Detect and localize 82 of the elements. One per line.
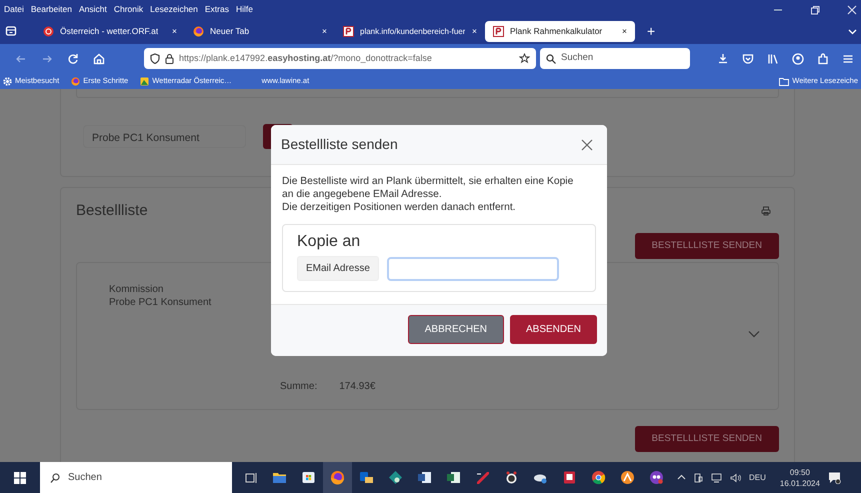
- firefox-icon: [330, 470, 345, 485]
- document-icon: [562, 470, 577, 485]
- triangle-app-icon: [620, 470, 635, 485]
- section-title: Bestellliste: [76, 201, 148, 221]
- send-order-button[interactable]: BESTELLLISTE SENDEN: [634, 232, 779, 259]
- menu-item[interactable]: Hilfe: [236, 3, 253, 16]
- download-icon[interactable]: [716, 52, 730, 66]
- chevron-down-icon[interactable]: [848, 27, 857, 36]
- device-icon[interactable]: [694, 472, 703, 482]
- library-icon[interactable]: [766, 52, 780, 66]
- target-icon: [43, 26, 54, 37]
- panel-heading: Kopie an: [297, 235, 362, 248]
- menu-item[interactable]: Bearbeiten: [30, 3, 72, 16]
- language-indicator[interactable]: DEU: [749, 472, 766, 484]
- submit-button[interactable]: ABSENDEN: [510, 315, 597, 344]
- excel-icon: [446, 470, 461, 485]
- sum-value: 174.93€: [339, 380, 376, 394]
- speaker-icon[interactable]: [730, 472, 741, 482]
- commission-value: Probe PC1 Konsument: [109, 296, 212, 309]
- firefox-icon: [71, 76, 80, 86]
- reload-icon[interactable]: [66, 52, 80, 66]
- modal-text: an die angegebene EMail Adresse.: [282, 188, 443, 201]
- mail-icon: [359, 470, 374, 485]
- extensions-icon[interactable]: [816, 52, 830, 66]
- tab[interactable]: Neuer Tab ×: [185, 21, 335, 42]
- radar-icon: [140, 76, 150, 86]
- gear-icon: [3, 76, 12, 86]
- tab[interactable]: plank.info/kundenbereich-fuer ×: [335, 21, 485, 42]
- caret-up-icon[interactable]: [677, 473, 686, 482]
- search-icon: [546, 54, 556, 64]
- home-icon[interactable]: [92, 52, 106, 66]
- star-icon[interactable]: [519, 53, 530, 64]
- search-icon: [50, 472, 60, 482]
- tab[interactable]: Österreich - wetter.ORF.at ×: [35, 21, 185, 42]
- new-tab-button[interactable]: +: [647, 21, 656, 42]
- menu-item[interactable]: Ansicht: [78, 3, 107, 16]
- tab[interactable]: Plank Rahmenkalkulator ×: [485, 21, 635, 42]
- task-view-icon: [243, 470, 258, 485]
- email-label: EMail Adresse: [297, 256, 379, 281]
- tab-close-button[interactable]: ×: [322, 25, 327, 38]
- folder-icon: [779, 76, 790, 86]
- printer-icon: [761, 206, 771, 216]
- menu-item[interactable]: Chronik: [114, 3, 144, 16]
- chrome-icon: [591, 470, 606, 485]
- lock-icon: [165, 53, 174, 64]
- cancel-button[interactable]: ABBRECHEN: [408, 315, 504, 344]
- send-order-button[interactable]: BESTELLLISTE SENDEN: [634, 426, 779, 452]
- firefox-icon: [193, 26, 204, 37]
- notification-icon[interactable]: [828, 471, 841, 484]
- modal-title: Bestellliste senden: [281, 135, 398, 154]
- diamond-icon: [388, 470, 403, 485]
- tab-list-icon[interactable]: [5, 25, 17, 37]
- menu-item[interactable]: Extras: [204, 3, 229, 16]
- taskbar-clock[interactable]: 09:50 16.01.2024: [780, 466, 820, 488]
- slash-icon: [475, 470, 490, 485]
- modal-text: Die Bestelliste wird an Plank übermittelt, sie erhalten eine Kopie: [282, 175, 574, 188]
- menu-item[interactable]: Lesezeichen: [150, 3, 198, 16]
- plank-icon: [493, 26, 504, 37]
- menu-item[interactable]: Datei: [4, 3, 24, 16]
- taskbar-search[interactable]: Suchen: [40, 462, 232, 493]
- sum-label: Summe:: [280, 380, 318, 394]
- folder-icon: [272, 470, 287, 485]
- tab-close-button[interactable]: ×: [622, 25, 627, 38]
- alarm-clock-icon: [504, 470, 519, 485]
- account-icon[interactable]: [791, 52, 805, 66]
- word-icon: [417, 470, 432, 485]
- commission-label: Kommission: [109, 282, 164, 296]
- close-icon[interactable]: [581, 138, 593, 150]
- shield-icon: [150, 53, 160, 64]
- tab-close-button[interactable]: ×: [172, 25, 177, 38]
- restore-icon[interactable]: [810, 4, 820, 14]
- pocket-icon[interactable]: [741, 52, 755, 66]
- store-icon: [301, 470, 316, 485]
- windows-icon[interactable]: [14, 472, 26, 484]
- tab-close-button[interactable]: ×: [472, 25, 477, 38]
- modal-text: Die derzeitigen Positionen werden danach entfernt.: [282, 201, 517, 214]
- plank-icon: [343, 26, 354, 37]
- address-bar[interactable]: https://plank.e147992.easyhosting.at/?mono_donottrack=false: [144, 48, 536, 69]
- search-field[interactable]: Suchen: [540, 48, 690, 69]
- network-icon[interactable]: [711, 472, 722, 482]
- eyes-app-icon: [649, 470, 664, 485]
- email-field[interactable]: [386, 256, 559, 280]
